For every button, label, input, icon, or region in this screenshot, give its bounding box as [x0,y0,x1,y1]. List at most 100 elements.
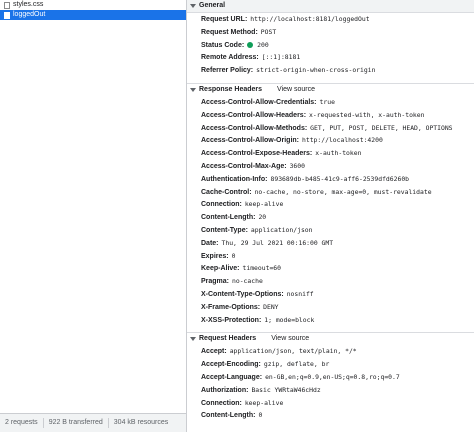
response-headers-list: Access-Control-Allow-Credentials: true Acc… [187,96,474,326]
header-key: Access-Control-Allow-Credentials: [201,98,317,106]
header-row: Request Method: POST [187,26,474,39]
header-key: Content-Type: [201,226,248,234]
header-value: strict-origin-when-cross-origin [256,66,376,75]
header-row: Connection: keep-alive [187,198,474,211]
header-row: Accept-Encoding: gzip, deflate, br [187,358,474,371]
header-key: Content-Length: [201,214,256,222]
header-row: Remote Address: [::1]:8181 [187,51,474,64]
header-value: GET, PUT, POST, DELETE, HEAD, OPTIONS [310,123,453,132]
header-value: x-requested-with, x-auth-token [309,110,425,119]
header-value: gzip, deflate, br [263,360,330,369]
header-value: 200 [257,40,269,49]
header-key: X-XSS-Protection: [201,316,262,324]
status-ok-icon [247,41,254,48]
header-value: application/json, text/plain, */* [229,347,357,356]
section-title: Request Headers [199,335,257,343]
request-name: styles.css [13,1,44,8]
header-value: Thu, 29 Jul 2021 00:16:00 GMT [221,238,334,247]
request-headers-section-header[interactable]: Request Headers View source [187,332,474,346]
header-key: Connection: [201,201,242,209]
header-key: Access-Control-Expose-Headers: [201,150,313,158]
header-value: timeout=60 [242,264,281,273]
header-value: 1; mode=block [264,315,315,324]
header-key: X-Content-Type-Options: [201,290,284,298]
header-key: Date: [201,239,219,247]
request-name: loggedOut [13,11,46,18]
header-key: X-Frame-Options: [201,303,261,311]
header-key: Access-Control-Allow-Headers: [201,111,307,119]
section-title: Response Headers [199,85,263,93]
header-row: Access-Control-Allow-Methods: GET, PUT, P… [187,122,474,135]
header-value: 893689db-b485-41c9-aff6-2539dfd6260b [270,174,410,183]
transferred-size: 922 B transferred [44,418,109,428]
header-key: Expires: [201,252,229,260]
header-value: [::1]:8181 [261,53,301,62]
header-row: Connection: keep-alive [187,397,474,410]
view-source-link[interactable]: View source [271,333,309,345]
request-list-panel: styles.css loggedOut 2 requests 922 B tr… [0,0,187,432]
header-row: Accept-Language: en-GB,en;q=0.9,en-US;q=0… [187,371,474,384]
collapse-triangle-icon [190,87,196,92]
header-value: no-cache [232,277,263,286]
header-row: X-Content-Type-Options: nosniff [187,288,474,301]
header-row: Authentication-Info: 893689db-b485-41c9-a… [187,173,474,186]
view-source-link[interactable]: View source [277,84,315,96]
header-value: 20 [258,213,267,222]
header-key: Keep-Alive: [201,265,240,273]
header-row: X-Frame-Options: DENY [187,301,474,314]
header-row: Cache-Control: no-cache, no-store, max-ag… [187,186,474,199]
request-item-styles[interactable]: styles.css [0,0,186,10]
network-status-bar: 2 requests 922 B transferred 304 kB reso… [0,413,186,432]
requests-count: 2 requests [0,418,44,428]
header-key: Access-Control-Allow-Methods: [201,124,308,132]
header-key: Request Method: [201,28,258,36]
request-headers-list: Accept: application/json, text/plain, */*… [187,345,474,422]
header-key: Status Code: [201,41,245,49]
header-value: nosniff [286,289,314,298]
header-key: Accept-Language: [201,373,263,381]
header-value: Basic YWRtaW46cHdz [251,385,321,394]
header-value: DENY [263,302,279,311]
header-row: Access-Control-Allow-Headers: x-requested… [187,109,474,122]
header-value: http://localhost:8181/loggedOut [250,15,370,23]
header-value: x-auth-token [315,149,362,158]
header-row: Access-Control-Max-Age: 3600 [187,160,474,173]
header-row: Content-Length: 20 [187,211,474,224]
header-row: Authorization: Basic YWRtaW46cHdz [187,384,474,397]
header-key: Pragma: [201,278,230,286]
header-value: application/json [250,225,313,234]
file-icon [4,11,10,19]
header-value: 0 [258,411,263,420]
header-row: Referrer Policy: strict-origin-when-cross… [187,64,474,77]
header-value: POST [260,27,277,36]
header-row: Keep-Alive: timeout=60 [187,262,474,275]
header-value: 0 [231,251,236,260]
header-row: Pragma: no-cache [187,275,474,288]
header-key: Request URL: [201,16,248,23]
header-value: http://localhost:4200 [302,136,383,145]
header-value: 3600 [289,161,305,170]
headers-panel: General Request URL: http://localhost:818… [187,0,474,432]
header-key: Access-Control-Max-Age: [201,162,287,170]
header-key: Content-Length: [201,412,256,420]
collapse-triangle-icon [190,337,196,342]
header-value: en-GB,en;q=0.9,en-US;q=0.8,ro;q=0.7 [265,372,400,381]
request-item-loggedout[interactable]: loggedOut [0,10,186,20]
header-value: keep-alive [244,398,284,407]
resources-size: 304 kB resources [113,419,169,426]
header-value: keep-alive [244,200,284,209]
header-key: Access-Control-Allow-Origin: [201,137,300,145]
header-key: Accept-Encoding: [201,361,261,369]
header-value: true [319,97,335,106]
file-icon [4,1,10,9]
header-key: Accept: [201,348,227,356]
header-row: Date: Thu, 29 Jul 2021 00:16:00 GMT [187,237,474,250]
header-key: Cache-Control: [201,188,252,196]
header-key: Remote Address: [201,54,259,62]
header-row: Content-Type: application/json [187,224,474,237]
header-key: Authorization: [201,386,249,394]
response-headers-section-header[interactable]: Response Headers View source [187,82,474,96]
general-section-header[interactable]: General [187,0,474,13]
header-row: Content-Length: 0 [187,409,474,422]
header-row: X-XSS-Protection: 1; mode=block [187,314,474,327]
